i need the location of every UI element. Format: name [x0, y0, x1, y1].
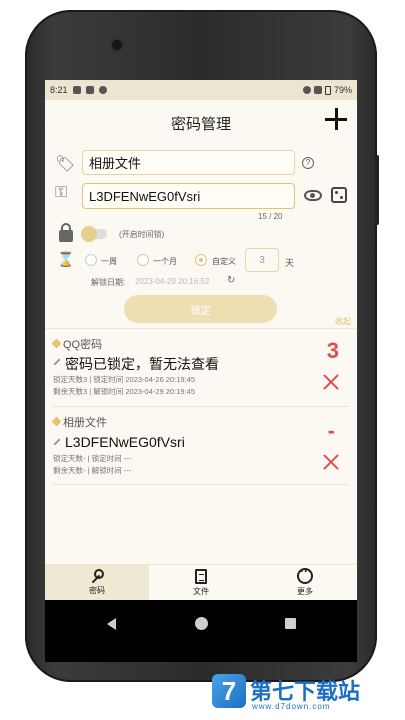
- unlock-date-value: 2023-04-29 20:16:52: [135, 277, 210, 286]
- entry-remaining-info: 剩余天数- | 解锁时间 ---: [53, 466, 132, 475]
- tab-files-label: 文件: [193, 586, 209, 596]
- status-bar: 8:21 79%: [45, 80, 357, 100]
- watermark-url: www.d7down.com: [252, 702, 331, 711]
- days-unit: 天: [285, 258, 295, 268]
- category-icon: [51, 338, 62, 349]
- battery-percent: 79%: [333, 85, 352, 95]
- phone-side-button: [375, 155, 379, 225]
- key-small-icon: [53, 438, 61, 446]
- tab-password-label: 密码: [89, 586, 105, 595]
- radio-one-month-label: 一个月: [153, 257, 177, 266]
- entry-category: QQ密码: [63, 339, 103, 351]
- lock-button[interactable]: 锁定: [124, 295, 277, 323]
- timelock-label: (开启时间锁): [119, 230, 165, 239]
- app-screen: 8:21 79% 密码管理 🏷 相册文件 ? ⚿ L3DFENwEG0fVsri…: [45, 80, 357, 662]
- radio-one-month[interactable]: [137, 254, 149, 266]
- sync-icon: [85, 86, 94, 94]
- tab-password[interactable]: 密码: [45, 565, 149, 600]
- name-field[interactable]: 相册文件: [82, 150, 295, 175]
- watermark-logo: 7: [212, 674, 246, 708]
- tag-icon: 🏷: [55, 156, 76, 173]
- notification-icon: [72, 86, 81, 94]
- entry-locked-info: 锁定天数- | 锁定时间 ---: [53, 454, 132, 463]
- lock-button-label: 锁定: [190, 305, 211, 317]
- system-nav-bar: [45, 600, 357, 662]
- eye-icon[interactable]: [304, 190, 322, 201]
- home-icon[interactable]: [195, 617, 208, 630]
- add-button[interactable]: [325, 108, 347, 130]
- watermark: 7 第七下载站 www.d7down.com: [212, 672, 402, 716]
- refresh-icon[interactable]: ↻: [227, 275, 235, 286]
- char-counter: 15 / 20: [258, 212, 283, 221]
- entry-remaining-info: 剩余天数3 | 解锁时间 2023-04-29 20:19:45: [53, 387, 196, 396]
- collapse-link[interactable]: 收起: [335, 316, 351, 327]
- radio-one-week-label: 一周: [101, 257, 117, 266]
- category-icon: [51, 416, 62, 427]
- days-input[interactable]: 3: [245, 248, 279, 272]
- status-time: 8:21: [50, 85, 68, 95]
- app-status-icon: [98, 86, 107, 94]
- divider: [53, 484, 349, 485]
- days-input-value: 3: [259, 254, 265, 266]
- key-small-icon: [53, 358, 61, 366]
- dice-icon[interactable]: [331, 187, 347, 203]
- help-icon[interactable]: ?: [302, 157, 314, 169]
- battery-icon: [324, 85, 331, 95]
- document-icon: [195, 568, 207, 584]
- delete-icon[interactable]: [323, 374, 339, 390]
- radio-one-week[interactable]: [85, 254, 97, 266]
- password-entry-card[interactable]: QQ密码 密码已锁定，暂无法查看 锁定天数3 | 锁定时间 2023-04-26…: [51, 336, 349, 404]
- tab-more[interactable]: 更多: [253, 564, 357, 600]
- key-icon: ⚿: [55, 184, 68, 201]
- entry-category: 相册文件: [63, 417, 107, 429]
- radio-custom[interactable]: [195, 254, 207, 266]
- entry-password: 密码已锁定，暂无法查看: [65, 356, 219, 372]
- signal-icon: [313, 86, 322, 94]
- entry-password: L3DFENwEG0fVsri: [65, 434, 185, 450]
- more-icon: [297, 564, 313, 584]
- entry-countdown: 3: [326, 338, 339, 363]
- hourglass-icon: ⌛: [57, 251, 75, 267]
- radio-custom-label: 自定义: [212, 257, 236, 266]
- tab-more-label: 更多: [297, 587, 313, 596]
- password-entry-card[interactable]: 相册文件 L3DFENwEG0fVsri 锁定天数- | 锁定时间 --- 剩余…: [51, 414, 349, 484]
- lock-icon: [59, 223, 73, 242]
- app-header: 密码管理: [45, 100, 357, 144]
- divider: [53, 406, 349, 407]
- entry-locked-info: 锁定天数3 | 锁定时间 2023-04-26 20:19:45: [53, 375, 196, 384]
- password-field[interactable]: L3DFENwEG0fVsri: [82, 183, 295, 209]
- name-field-value: 相册文件: [89, 156, 142, 171]
- bottom-tab-bar: 密码 文件 更多: [45, 564, 357, 600]
- camera-dot: [112, 40, 122, 50]
- divider: [45, 328, 357, 329]
- password-field-value: L3DFENwEG0fVsri: [89, 188, 201, 204]
- unlock-date-label: 解锁日期:: [91, 278, 126, 287]
- delete-icon[interactable]: [323, 454, 339, 470]
- page-title: 密码管理: [170, 116, 231, 133]
- timelock-toggle[interactable]: [81, 226, 107, 242]
- recent-apps-icon[interactable]: [285, 618, 296, 629]
- entry-countdown: -: [327, 418, 335, 443]
- key-icon: [90, 569, 104, 583]
- back-icon[interactable]: [107, 618, 116, 630]
- tab-files[interactable]: 文件: [149, 565, 253, 600]
- wifi-icon: [302, 86, 311, 94]
